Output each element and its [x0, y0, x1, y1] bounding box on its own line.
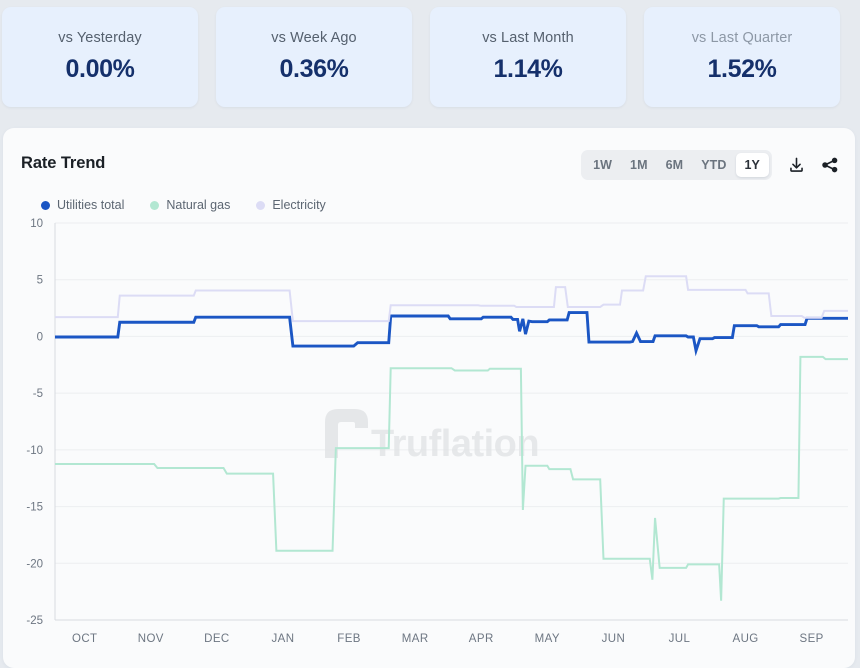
stat-card: vs Yesterday 0.00% — [2, 7, 198, 107]
stat-card-label: vs Yesterday — [58, 30, 142, 46]
y-axis-tick-label: 5 — [37, 275, 43, 287]
y-axis-tick-label: -20 — [26, 558, 43, 570]
x-axis-tick-label: SEP — [800, 633, 824, 645]
x-axis-tick-label: APR — [469, 633, 494, 645]
x-axis-tick-label: MAR — [402, 633, 429, 645]
y-axis-tick-label: 0 — [37, 331, 43, 343]
y-axis-tick-label: -15 — [26, 502, 43, 514]
series-line — [55, 311, 848, 357]
stat-card-label: vs Week Ago — [271, 30, 357, 46]
stat-card-value: 1.52% — [707, 55, 777, 83]
stat-card-value: 0.00% — [65, 55, 135, 83]
y-axis-tick-label: -5 — [33, 388, 43, 400]
y-axis-tick-label: 10 — [30, 218, 43, 230]
stat-card: vs Last Month 1.14% — [430, 7, 626, 107]
x-axis-tick-label: MAY — [535, 633, 560, 645]
y-axis-tick-label: -25 — [26, 615, 43, 627]
series-line — [55, 275, 848, 323]
stat-card-value: 0.36% — [279, 55, 349, 83]
x-axis-tick-label: DEC — [204, 633, 229, 645]
x-axis-tick-label: JAN — [272, 633, 295, 645]
stat-card-value: 1.14% — [493, 55, 563, 83]
rate-trend-chart: 10 5 0 -5 -10 -15 -20 -25 Truflation OCT NOV DEC JAN… — [26, 218, 848, 645]
stat-card-label: vs Last Month — [482, 30, 574, 46]
stat-card: vs Last Quarter 1.52% — [644, 7, 840, 107]
x-axis-tick-label: JUN — [602, 633, 626, 645]
truflation-watermark: Truflation — [325, 409, 540, 465]
dashboard-root: vs Yesterday 0.00% vs Week Ago 0.36% vs Last… — [0, 0, 860, 668]
rate-trend-panel: Rate Trend 1W 1M 6M YTD 1Y Utilities total Na… — [3, 128, 855, 668]
x-axis-tick-label: AUG — [733, 633, 759, 645]
stats-card-row: vs Yesterday 0.00% vs Week Ago 0.36% vs Last… — [2, 7, 860, 109]
chart-plot-area: 10 5 0 -5 -10 -15 -20 -25 Truflation OCT NOV DEC JAN… — [3, 128, 855, 668]
stat-card: vs Week Ago 0.36% — [216, 7, 412, 107]
x-axis-tick-label: JUL — [669, 633, 691, 645]
x-axis-tick-label: FEB — [337, 633, 361, 645]
x-axis-tick-label: OCT — [72, 633, 97, 645]
x-axis-tick-label: NOV — [138, 633, 164, 645]
y-axis-tick-label: -10 — [26, 445, 43, 457]
stat-card-label: vs Last Quarter — [691, 30, 793, 46]
svg-text:Truflation: Truflation — [371, 423, 539, 465]
